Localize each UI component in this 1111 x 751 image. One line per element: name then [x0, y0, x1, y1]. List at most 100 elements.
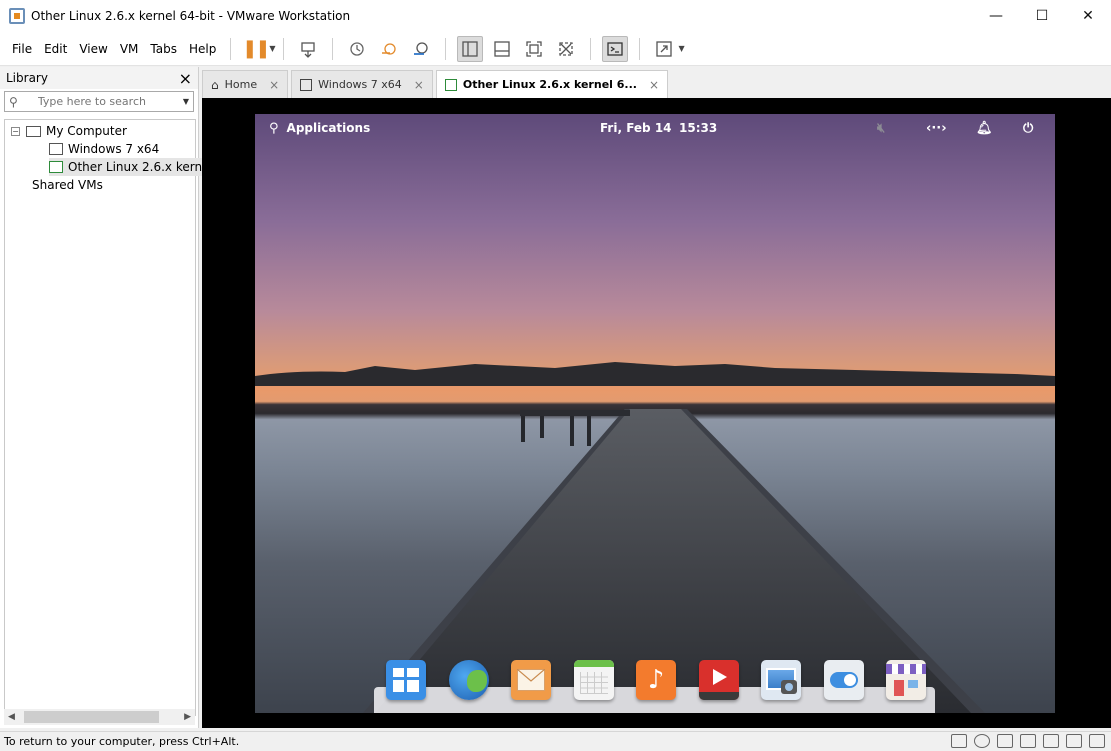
title-bar: Other Linux 2.6.x kernel 64-bit - VMware…	[0, 0, 1111, 32]
library-search-input[interactable]	[37, 95, 183, 108]
minimize-button[interactable]: —	[973, 0, 1019, 32]
web-browser-icon[interactable]	[448, 660, 489, 700]
mail-icon[interactable]	[511, 660, 551, 700]
scrollbar-thumb[interactable]	[24, 711, 159, 723]
tab-label: Other Linux 2.6.x kernel 6...	[462, 78, 637, 91]
send-ctrl-alt-del-icon	[301, 41, 316, 58]
tab-other-linux[interactable]: Other Linux 2.6.x kernel 6... ×	[435, 70, 669, 98]
message-log-icon[interactable]	[1089, 734, 1105, 748]
library-search[interactable]: ⚲ ▼	[4, 91, 194, 112]
vm-running-icon	[49, 161, 63, 173]
sound-muted-icon[interactable]: 🔇︎	[877, 121, 885, 136]
panel-time[interactable]: 15:33	[679, 121, 717, 135]
sound-card-icon[interactable]	[1043, 734, 1059, 748]
menu-view[interactable]: View	[73, 42, 113, 56]
status-text: To return to your computer, press Ctrl+A…	[4, 735, 240, 748]
menu-toolbar: File Edit View VM Tabs Help ❚❚ ▼ ▼	[0, 32, 1111, 66]
stretch-icon	[656, 40, 673, 57]
window-title: Other Linux 2.6.x kernel 64-bit - VMware…	[31, 9, 351, 23]
snapshot-manager-button[interactable]	[408, 36, 434, 62]
thumbnail-bar-button[interactable]	[489, 36, 515, 62]
snapshot-manager-icon	[414, 41, 429, 55]
library-header: Library ×	[0, 67, 198, 89]
photos-icon[interactable]	[761, 660, 801, 700]
menu-tabs[interactable]: Tabs	[144, 42, 183, 56]
network-icon[interactable]: ‹··›	[926, 121, 947, 136]
panel-date[interactable]: Fri, Feb 14	[600, 121, 672, 135]
menu-help[interactable]: Help	[183, 42, 222, 56]
snapshot-icon	[350, 41, 365, 56]
applications-menu[interactable]: ⚲ Applications	[269, 121, 370, 136]
menu-file[interactable]: File	[6, 42, 38, 56]
library-horizontal-scrollbar[interactable]: ◀ ▶	[4, 709, 195, 725]
vm-tabs: ⌂ Home × Windows 7 x64 × Other Linux 2.6…	[202, 70, 671, 98]
library-title: Library	[6, 71, 48, 85]
notifications-bell-icon[interactable]: 🔔︎	[976, 121, 993, 136]
tab-label: Home	[224, 78, 258, 91]
toolbar-separator	[283, 37, 285, 60]
pause-dropdown-icon[interactable]: ▼	[269, 44, 275, 53]
tree-item-label: Other Linux 2.6.x kernel	[68, 160, 213, 174]
revert-snapshot-icon	[382, 42, 397, 55]
maximize-button[interactable]: ☐	[1019, 0, 1065, 32]
vm-console[interactable]: ⚲ Applications Fri, Feb 14 15:33 🔇︎ ‹··›…	[202, 98, 1111, 728]
tree-item-label: My Computer	[46, 124, 127, 138]
music-icon[interactable]: ♪	[636, 660, 676, 700]
console-icon	[607, 41, 624, 56]
tab-windows7[interactable]: Windows 7 x64 ×	[291, 70, 433, 98]
stretch-dropdown-icon[interactable]: ▼	[678, 44, 684, 53]
guest-desktop[interactable]: ⚲ Applications Fri, Feb 14 15:33 🔇︎ ‹··›…	[255, 114, 1055, 713]
unity-button[interactable]	[553, 36, 579, 62]
toolbar-separator	[230, 37, 232, 60]
toolbar-separator	[332, 37, 334, 60]
tree-item-other-linux[interactable]: Other Linux 2.6.x kernel	[49, 158, 217, 176]
toolbar-separator	[590, 37, 592, 60]
toolbar-separator	[639, 37, 641, 60]
computer-icon	[26, 125, 41, 137]
hard-disk-icon[interactable]	[951, 734, 967, 748]
tree-item-label: Shared VMs	[32, 178, 103, 192]
tab-home[interactable]: ⌂ Home ×	[202, 70, 289, 98]
library-close-icon[interactable]: ×	[179, 69, 192, 88]
tab-close-icon[interactable]: ×	[269, 78, 279, 92]
library-view-icon	[462, 40, 479, 57]
app-center-icon[interactable]	[886, 660, 926, 700]
cd-dvd-icon[interactable]	[974, 734, 990, 748]
system-settings-icon[interactable]	[823, 660, 864, 700]
power-icon[interactable]: ⏻	[1023, 121, 1033, 136]
pause-button[interactable]: ❚❚	[242, 36, 270, 62]
thumbnail-bar-icon	[494, 40, 511, 57]
usb-controller-icon[interactable]	[1020, 734, 1036, 748]
library-tree: − My Computer Windows 7 x64 Other Linux …	[4, 119, 217, 716]
stretch-guest-button[interactable]	[651, 36, 677, 62]
unity-icon	[559, 41, 574, 56]
library-panel: Library × ⚲ ▼ − My Computer Windows 7 x6…	[0, 67, 217, 728]
network-adapter-icon[interactable]	[997, 734, 1013, 748]
menu-vm[interactable]: VM	[114, 42, 145, 56]
tree-item-my-computer[interactable]: − My Computer	[11, 122, 127, 140]
multitasking-view-icon[interactable]	[386, 660, 426, 700]
tree-item-windows7[interactable]: Windows 7 x64	[49, 140, 159, 158]
revert-snapshot-button[interactable]	[376, 36, 402, 62]
pause-icon: ❚❚	[242, 38, 270, 59]
full-screen-button[interactable]	[521, 36, 547, 62]
take-snapshot-button[interactable]	[344, 36, 370, 62]
close-button[interactable]: ✕	[1065, 0, 1111, 32]
console-view-button[interactable]	[602, 35, 629, 62]
tab-close-icon[interactable]: ×	[649, 78, 659, 92]
tree-item-shared-vms[interactable]: Shared VMs	[29, 176, 103, 194]
send-ctrl-alt-del-button[interactable]	[295, 36, 321, 62]
menu-edit[interactable]: Edit	[38, 42, 73, 56]
search-dropdown-icon[interactable]: ▼	[183, 97, 189, 106]
show-library-button[interactable]	[457, 35, 484, 62]
scroll-right-icon[interactable]: ▶	[184, 712, 191, 722]
collapse-icon[interactable]: −	[11, 126, 20, 136]
tab-close-icon[interactable]: ×	[414, 78, 424, 92]
vm-running-icon	[444, 78, 457, 91]
display-icon[interactable]	[1066, 734, 1082, 748]
videos-icon[interactable]	[698, 660, 739, 700]
vm-icon	[49, 143, 63, 155]
full-screen-icon	[526, 40, 543, 57]
calendar-icon[interactable]	[573, 660, 614, 700]
scroll-left-icon[interactable]: ◀	[8, 712, 15, 722]
